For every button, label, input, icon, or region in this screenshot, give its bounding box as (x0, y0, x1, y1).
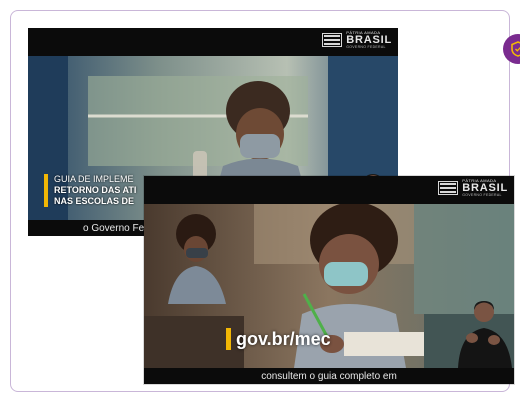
brand-line-3: GOVERNO FEDERAL (462, 193, 502, 197)
guide-line-3: NAS ESCOLAS DE (54, 196, 135, 206)
sign-language-interpreter (450, 294, 514, 368)
url-text: gov.br/mec (236, 328, 331, 349)
accent-bar (226, 328, 231, 350)
brand-flag-icon (438, 181, 459, 196)
caption-bar: consultem o guia completo em (144, 368, 514, 384)
caption-text: consultem o guia completo em (261, 370, 397, 382)
top-bar: PÁTRIA AMADA BRASIL GOVERNO FEDERAL (28, 28, 398, 56)
url-overlay: gov.br/mec (226, 328, 331, 350)
guide-title-overlay: GUIA DE IMPLEME RETORNO DAS ATI NAS ESCO… (44, 174, 136, 207)
brand-logo: PÁTRIA AMADA BRASIL GOVERNO FEDERAL (322, 31, 392, 50)
accent-bar (44, 174, 48, 207)
guide-line-2: RETORNO DAS ATI (54, 185, 137, 195)
guide-line-1: GUIA DE IMPLEME (54, 174, 134, 184)
top-bar: PÁTRIA AMADA BRASIL GOVERNO FEDERAL (144, 176, 514, 204)
brand-logo: PÁTRIA AMADA BRASIL GOVERNO FEDERAL (438, 179, 508, 198)
brand-flag-icon (322, 33, 343, 48)
video-frame-2[interactable]: PÁTRIA AMADA BRASIL GOVERNO FEDERAL gov.… (144, 176, 514, 384)
caption-text: o Governo Fe (83, 222, 145, 234)
shield-icon (511, 41, 520, 57)
brand-line-3: GOVERNO FEDERAL (346, 45, 386, 49)
